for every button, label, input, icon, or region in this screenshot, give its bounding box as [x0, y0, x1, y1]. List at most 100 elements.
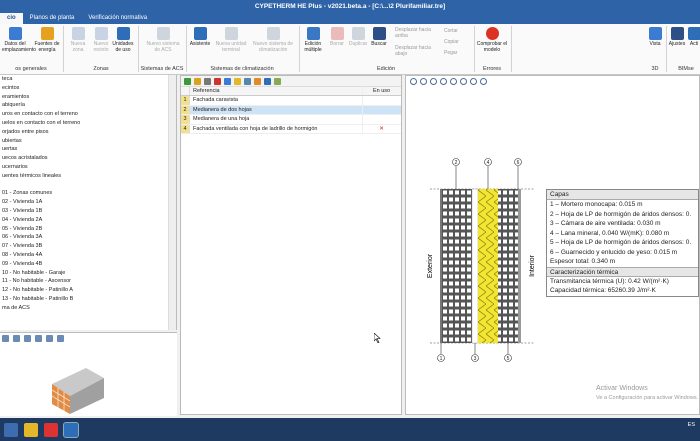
tree-item[interactable]: ma de ACS	[0, 304, 176, 313]
tree-item[interactable]: uentes térmicos lineales	[0, 172, 176, 181]
project-tree: teca ecintos eramientos abiquería uros en co…	[0, 75, 177, 330]
add-icon[interactable]	[184, 78, 191, 85]
tree-item[interactable]: teca	[0, 75, 176, 84]
termica-title: Caracterización térmica	[547, 266, 698, 277]
delete-icon[interactable]	[214, 78, 221, 85]
table-row[interactable]: 4 Fachada ventilada con hoja de ladrillo…	[181, 124, 401, 134]
group-zonas: Zonas	[93, 66, 109, 72]
copy-icon[interactable]	[204, 78, 211, 85]
comprobar-modelo-button[interactable]: Comprobar el modelo	[476, 27, 508, 53]
capa-line: 1 – Mortero monocapa: 0.015 m	[550, 201, 643, 208]
tree-scrollbar[interactable]	[168, 75, 176, 330]
asistente-button[interactable]: Asistente	[187, 27, 213, 48]
tree-item[interactable]: 11 - No habitable - Ascensor	[0, 277, 176, 286]
tree-item[interactable]: 06 - Vivienda 3A	[0, 233, 176, 242]
building-3d-view[interactable]	[0, 344, 177, 416]
library-icon[interactable]	[244, 78, 251, 85]
ajustes-button[interactable]: Ajustes	[667, 27, 687, 48]
print-icon[interactable]	[470, 78, 477, 85]
copiar-button[interactable]: Copiar	[444, 39, 459, 45]
tree-item[interactable]: orjados entre pisos	[0, 128, 176, 137]
unidades-uso-button[interactable]: Unidades de uso	[110, 27, 136, 53]
table-row[interactable]: 1 Fachada caravista	[181, 96, 401, 106]
tree-item[interactable]: uertas	[0, 145, 176, 154]
zoom-out-icon[interactable]	[420, 78, 427, 85]
pan-icon[interactable]	[460, 78, 467, 85]
tab-inicio[interactable]: cio	[0, 13, 23, 24]
model-preview-panel	[0, 332, 177, 416]
group-3d: 3D	[651, 66, 659, 72]
cype-icon[interactable]	[44, 422, 58, 437]
pegar-button[interactable]: Pegar	[444, 50, 457, 56]
duplicar-button[interactable]: Duplicar	[346, 27, 370, 48]
tab-planos-planta[interactable]: Planos de planta	[23, 13, 82, 24]
tree-item[interactable]: 10 - No habitable - Garaje	[0, 269, 176, 278]
group-sistemas-acs: Sistemas de ACS	[140, 66, 184, 72]
start-icon[interactable]	[4, 422, 18, 437]
export-icon[interactable]	[480, 78, 487, 85]
tree-item[interactable]: uecos acristalados	[0, 154, 176, 163]
edicion-multiple-button[interactable]: Edición múltiple	[300, 27, 326, 53]
table-row[interactable]: 2 Medianera de dos hojas	[181, 105, 401, 115]
borrar-button[interactable]: Borrar	[326, 27, 348, 48]
zoom-window-icon[interactable]	[430, 78, 437, 85]
datos-emplazamiento-button[interactable]: Datos del emplazamiento	[2, 27, 36, 53]
tree-item[interactable]: uros en contacto con el terreno	[0, 110, 176, 119]
tree-item[interactable]: 01 - Zonas comunes	[0, 189, 176, 198]
zoom-in-icon[interactable]	[410, 78, 417, 85]
tree-item[interactable]: 07 - Vivienda 3B	[0, 242, 176, 251]
marker-2: 2	[455, 160, 458, 166]
tree-item[interactable]: 03 - Vivienda 1B	[0, 207, 176, 216]
tree-item[interactable]	[0, 181, 176, 190]
language-indicator[interactable]: ES	[688, 422, 695, 428]
fuentes-energia-button[interactable]: Fuentes de energía	[34, 27, 60, 53]
tab-verificacion-normativa[interactable]: Verificación normativa	[81, 13, 154, 24]
tree-item[interactable]: abiquería	[0, 101, 176, 110]
zoom-previous-icon[interactable]	[450, 78, 457, 85]
table-row[interactable]: 3 Medianera de una hoja	[181, 115, 401, 125]
ribbon: Datos del emplazamiento Fuentes de energ…	[0, 24, 700, 75]
header-en-uso[interactable]: En uso	[362, 87, 400, 95]
vista-button[interactable]: Vista	[644, 27, 666, 48]
tree-item[interactable]: uelos en contacto con el terreno	[0, 119, 176, 128]
tree-item[interactable]: 05 - Vivienda 2B	[0, 225, 176, 234]
tree-item[interactable]: 09 - Vivienda 4B	[0, 260, 176, 269]
zoom-extents-icon[interactable]	[440, 78, 447, 85]
explorer-icon[interactable]	[24, 422, 38, 437]
group-sistemas-climatizacion: Sistemas de climatización	[210, 66, 274, 72]
tree-item[interactable]: ucernarios	[0, 163, 176, 172]
buscar-button[interactable]: Buscar	[368, 27, 390, 48]
acti-button[interactable]: Acti	[687, 27, 700, 48]
tree-item[interactable]: ubiertas	[0, 137, 176, 146]
check-icon[interactable]	[274, 78, 281, 85]
assign-icon[interactable]	[224, 78, 231, 85]
export-icon[interactable]	[264, 78, 271, 85]
print-icon[interactable]	[57, 335, 64, 342]
tree-item[interactable]: 02 - Vivienda 1A	[0, 198, 176, 207]
nuevo-sistema-acs-button[interactable]: Nuevo sistema de ACS	[144, 27, 182, 53]
desplazar-abajo-button[interactable]: Desplazar hacia abajo	[395, 45, 435, 57]
folder-icon[interactable]	[234, 78, 241, 85]
tree-item[interactable]: 04 - Vivienda 2A	[0, 216, 176, 225]
group-datos-generales: os generales	[15, 66, 47, 72]
cypetherm-icon[interactable]	[63, 421, 79, 438]
tree-item[interactable]: 13 - No habitable - Patinillo B	[0, 295, 176, 304]
edit-icon[interactable]	[194, 78, 201, 85]
cortar-button[interactable]: Cortar	[444, 28, 458, 34]
zoom-icon[interactable]	[2, 335, 9, 342]
rotate-icon[interactable]	[24, 335, 31, 342]
nueva-unidad-terminal-button[interactable]: Nueva unidad terminal	[214, 27, 248, 53]
tree-item[interactable]: ecintos	[0, 84, 176, 93]
layers-icon[interactable]	[35, 335, 42, 342]
pan-icon[interactable]	[13, 335, 20, 342]
tree-item[interactable]: eramientos	[0, 93, 176, 102]
import-icon[interactable]	[254, 78, 261, 85]
nuevo-sistema-climatizacion-button[interactable]: Nuevo sistema de climatización	[250, 27, 296, 53]
window-title: CYPETHERM HE Plus - v2021.beta.a - [C:\.…	[0, 0, 700, 13]
desplazar-arriba-button[interactable]: Desplazar hacia arriba	[395, 27, 435, 39]
tree-item[interactable]: 08 - Vivienda 4A	[0, 251, 176, 260]
tree-item[interactable]: 12 - No habitable - Patinillo A	[0, 286, 176, 295]
header-referencia[interactable]: Referencia	[190, 87, 362, 95]
fit-icon[interactable]	[46, 335, 53, 342]
layer-4-mineral-wool	[478, 189, 498, 343]
